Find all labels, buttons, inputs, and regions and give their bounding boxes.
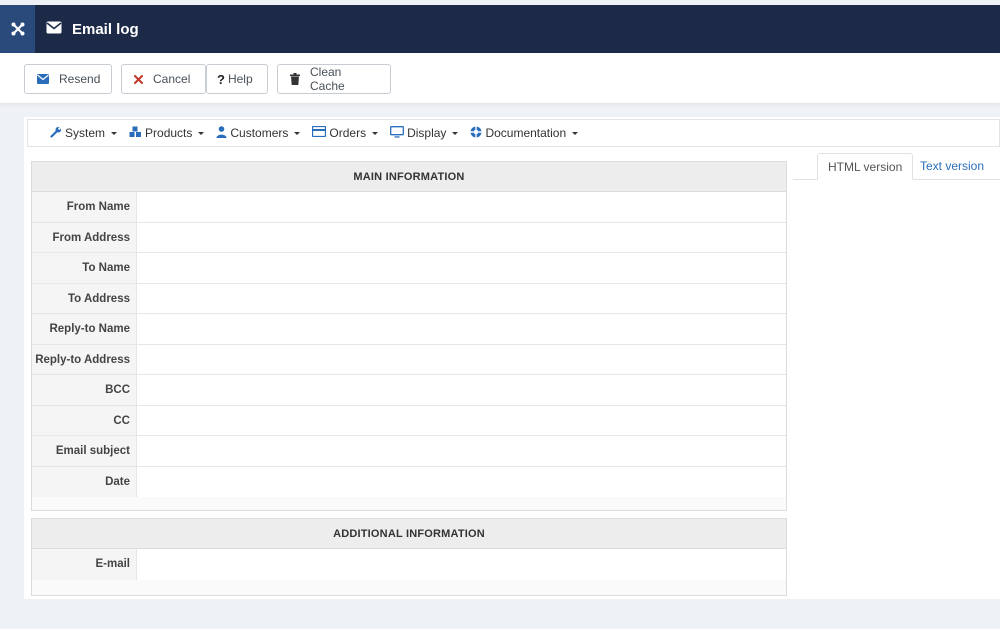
- menu-item-customers[interactable]: Customers: [216, 125, 301, 141]
- caret-down-icon: [572, 132, 579, 135]
- resend-button[interactable]: Resend: [24, 64, 112, 94]
- field-row-from-address: From Address: [32, 222, 786, 253]
- envelope-icon: [37, 74, 49, 84]
- field-value: [137, 222, 786, 252]
- resend-label: Resend: [59, 72, 101, 86]
- section-heading: ADDITIONAL INFORMATION: [32, 519, 786, 549]
- field-row-bcc: BCC: [32, 375, 786, 406]
- menu-item-label: Customers: [230, 126, 289, 140]
- field-value: [137, 466, 786, 497]
- field-row-reply-to-address: Reply-to Address: [32, 344, 786, 375]
- field-value: [137, 549, 786, 580]
- caret-down-icon: [294, 132, 301, 135]
- question-icon: ?: [217, 71, 225, 87]
- field-row-email: E-mail: [32, 549, 786, 580]
- field-value: [137, 375, 786, 405]
- cubes-icon: [129, 126, 142, 141]
- user-icon: [216, 125, 227, 141]
- lifebuoy-icon: [470, 126, 482, 141]
- menu-item-system[interactable]: System: [50, 126, 118, 141]
- clean-cache-button[interactable]: Clean Cache: [277, 64, 391, 94]
- menu-item-label: Documentation: [485, 126, 567, 140]
- field-value: [137, 405, 786, 435]
- main-information-box: MAIN INFORMATION From Name From Address …: [31, 161, 787, 511]
- menu-item-products[interactable]: Products: [129, 126, 205, 141]
- content-panel: System Products Customers Orders Display…: [24, 117, 1000, 599]
- caret-down-icon: [111, 132, 118, 135]
- field-label: E-mail: [32, 549, 137, 580]
- help-button[interactable]: ? Help: [206, 64, 268, 94]
- caret-down-icon: [198, 132, 205, 135]
- field-label: Reply-to Address: [32, 344, 137, 374]
- field-row-date: Date: [32, 466, 786, 497]
- monitor-icon: [390, 125, 405, 141]
- trash-icon: [290, 73, 300, 85]
- tab-text-version[interactable]: Text version: [910, 153, 994, 180]
- field-value: [137, 192, 786, 222]
- cancel-label: Cancel: [153, 72, 191, 86]
- additional-information-box: ADDITIONAL INFORMATION E-mail: [31, 518, 787, 596]
- field-label: BCC: [32, 375, 137, 405]
- credit-card-icon: [312, 125, 327, 140]
- menu-item-label: System: [65, 126, 106, 140]
- field-label: From Name: [32, 192, 137, 222]
- menu-item-orders[interactable]: Orders: [312, 125, 379, 140]
- top-header-bar: Email log: [0, 5, 1000, 53]
- page-title: Email log: [72, 20, 139, 38]
- field-row-from-name: From Name: [32, 192, 786, 223]
- field-row-reply-to-name: Reply-to Name: [32, 314, 786, 345]
- field-row-to-address: To Address: [32, 283, 786, 314]
- field-label: Email subject: [32, 436, 137, 466]
- menu-item-display[interactable]: Display: [390, 125, 459, 141]
- menu-item-label: Products: [145, 126, 193, 140]
- menu-item-documentation[interactable]: Documentation: [470, 126, 579, 141]
- envelope-icon: [46, 21, 62, 37]
- wrench-icon: [50, 126, 62, 141]
- field-value: [137, 283, 786, 313]
- clean-cache-label: Clean Cache: [310, 65, 345, 93]
- joomla-logo-icon[interactable]: [0, 5, 35, 53]
- component-menu-bar: System Products Customers Orders Display…: [27, 119, 1000, 147]
- field-label: CC: [32, 405, 137, 435]
- field-value: [137, 314, 786, 344]
- menu-item-label: Orders: [329, 126, 367, 140]
- tab-html-version[interactable]: HTML version: [817, 153, 914, 180]
- section-heading: MAIN INFORMATION: [32, 162, 786, 192]
- cancel-button[interactable]: Cancel: [121, 64, 206, 94]
- field-row-cc: CC: [32, 405, 786, 436]
- menu-item-label: Display: [407, 126, 447, 140]
- page-title-wrap: Email log: [46, 5, 139, 53]
- field-value: [137, 344, 786, 374]
- close-icon: [134, 74, 143, 84]
- help-label: Help: [227, 72, 253, 86]
- action-toolbar: Resend Cancel ? Help Clean Cache: [0, 53, 1000, 103]
- field-label: Date: [32, 466, 137, 497]
- field-label: To Address: [32, 283, 137, 313]
- field-row-to-name: To Name: [32, 253, 786, 284]
- field-value: [137, 436, 786, 466]
- caret-down-icon: [372, 132, 379, 135]
- field-label: Reply-to Name: [32, 314, 137, 344]
- caret-down-icon: [452, 132, 459, 135]
- field-label: From Address: [32, 222, 137, 252]
- field-row-email-subject: Email subject: [32, 436, 786, 467]
- field-label: To Name: [32, 253, 137, 283]
- email-version-tabs: HTML version Text version: [793, 153, 1000, 180]
- field-value: [137, 253, 786, 283]
